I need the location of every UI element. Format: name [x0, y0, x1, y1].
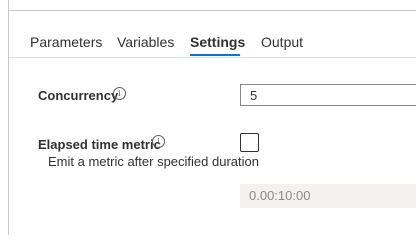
duration-input: 0.00:10:00	[240, 184, 416, 208]
tab-output[interactable]: Output	[261, 32, 303, 52]
concurrency-label: Concurrency	[38, 88, 119, 103]
elapsed-time-metric-description: Emit a metric after specified duration	[48, 154, 259, 169]
active-tab-indicator	[190, 54, 240, 56]
info-icon[interactable]: i	[113, 87, 126, 100]
elapsed-time-metric-label: Elapsed time metric	[38, 137, 161, 152]
tab-variables[interactable]: Variables	[117, 32, 174, 52]
elapsed-time-metric-checkbox[interactable]	[240, 133, 259, 152]
concurrency-input[interactable]	[240, 84, 416, 106]
info-icon[interactable]: i	[152, 135, 165, 148]
settings-panel: Parameters Variables Settings Output Con…	[8, 11, 416, 235]
tab-parameters[interactable]: Parameters	[30, 32, 102, 52]
tab-settings[interactable]: Settings	[190, 32, 245, 52]
tab-divider	[9, 57, 416, 58]
top-frame-edge	[8, 0, 416, 11]
